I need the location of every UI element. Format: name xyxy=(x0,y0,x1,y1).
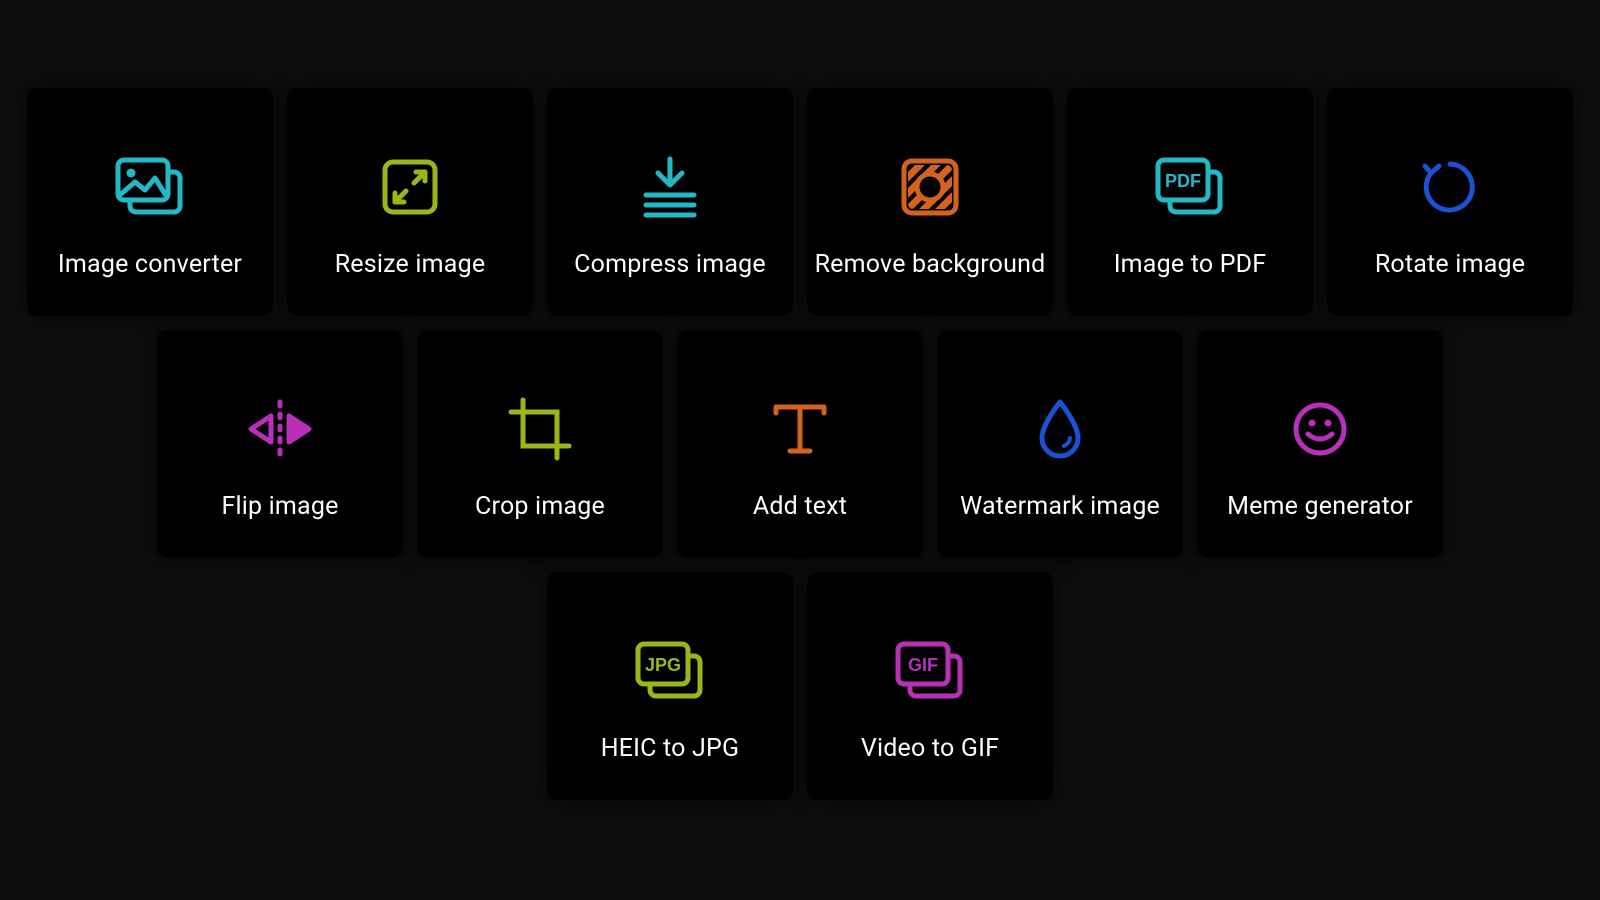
tool-label: HEIC to JPG xyxy=(601,734,740,763)
tool-label: Compress image xyxy=(574,250,766,279)
tool-label: Remove background xyxy=(815,250,1046,279)
tool-label: Image to PDF xyxy=(1114,250,1267,279)
tool-label: Meme generator xyxy=(1227,492,1413,521)
tool-row: Image converter Resize image xyxy=(22,88,1578,316)
tool-row: Flip image Crop image Add text xyxy=(22,330,1578,558)
flip-icon xyxy=(245,374,315,484)
pdf-stack-icon: PDF xyxy=(1155,132,1225,242)
tool-heic-to-jpg[interactable]: JPG HEIC to JPG xyxy=(547,572,793,800)
svg-text:PDF: PDF xyxy=(1165,171,1201,191)
tool-crop-image[interactable]: Crop image xyxy=(417,330,663,558)
tool-label: Crop image xyxy=(475,492,605,521)
svg-text:JPG: JPG xyxy=(645,655,681,675)
tool-add-text[interactable]: Add text xyxy=(677,330,923,558)
tool-label: Add text xyxy=(753,492,847,521)
crop-icon xyxy=(507,374,573,484)
tool-grid: Image converter Resize image xyxy=(0,0,1600,800)
tool-video-to-gif[interactable]: GIF Video to GIF xyxy=(807,572,1053,800)
tool-label: Resize image xyxy=(335,250,486,279)
compress-icon xyxy=(640,132,700,242)
tool-rotate-image[interactable]: Rotate image xyxy=(1327,88,1573,316)
tool-label: Image converter xyxy=(58,250,242,279)
tool-remove-background[interactable]: Remove background xyxy=(807,88,1053,316)
tool-label: Rotate image xyxy=(1375,250,1525,279)
tool-watermark-image[interactable]: Watermark image xyxy=(937,330,1183,558)
image-stack-icon xyxy=(115,132,185,242)
tool-image-converter[interactable]: Image converter xyxy=(27,88,273,316)
watermark-icon xyxy=(1036,374,1084,484)
tool-image-to-pdf[interactable]: PDF Image to PDF xyxy=(1067,88,1313,316)
tool-compress-image[interactable]: Compress image xyxy=(547,88,793,316)
tool-resize-image[interactable]: Resize image xyxy=(287,88,533,316)
tool-label: Video to GIF xyxy=(861,734,999,763)
tool-meme-generator[interactable]: Meme generator xyxy=(1197,330,1443,558)
rotate-icon xyxy=(1419,132,1481,242)
tool-label: Watermark image xyxy=(960,492,1160,521)
remove-bg-icon xyxy=(900,132,960,242)
tool-label: Flip image xyxy=(221,492,338,521)
svg-text:GIF: GIF xyxy=(908,655,938,675)
resize-icon xyxy=(381,132,439,242)
text-icon xyxy=(770,374,830,484)
smiley-icon xyxy=(1291,374,1349,484)
jpg-stack-icon: JPG xyxy=(635,616,705,726)
tool-row: JPG HEIC to JPG GIF Video to GIF xyxy=(22,572,1578,800)
gif-stack-icon: GIF xyxy=(895,616,965,726)
tool-flip-image[interactable]: Flip image xyxy=(157,330,403,558)
